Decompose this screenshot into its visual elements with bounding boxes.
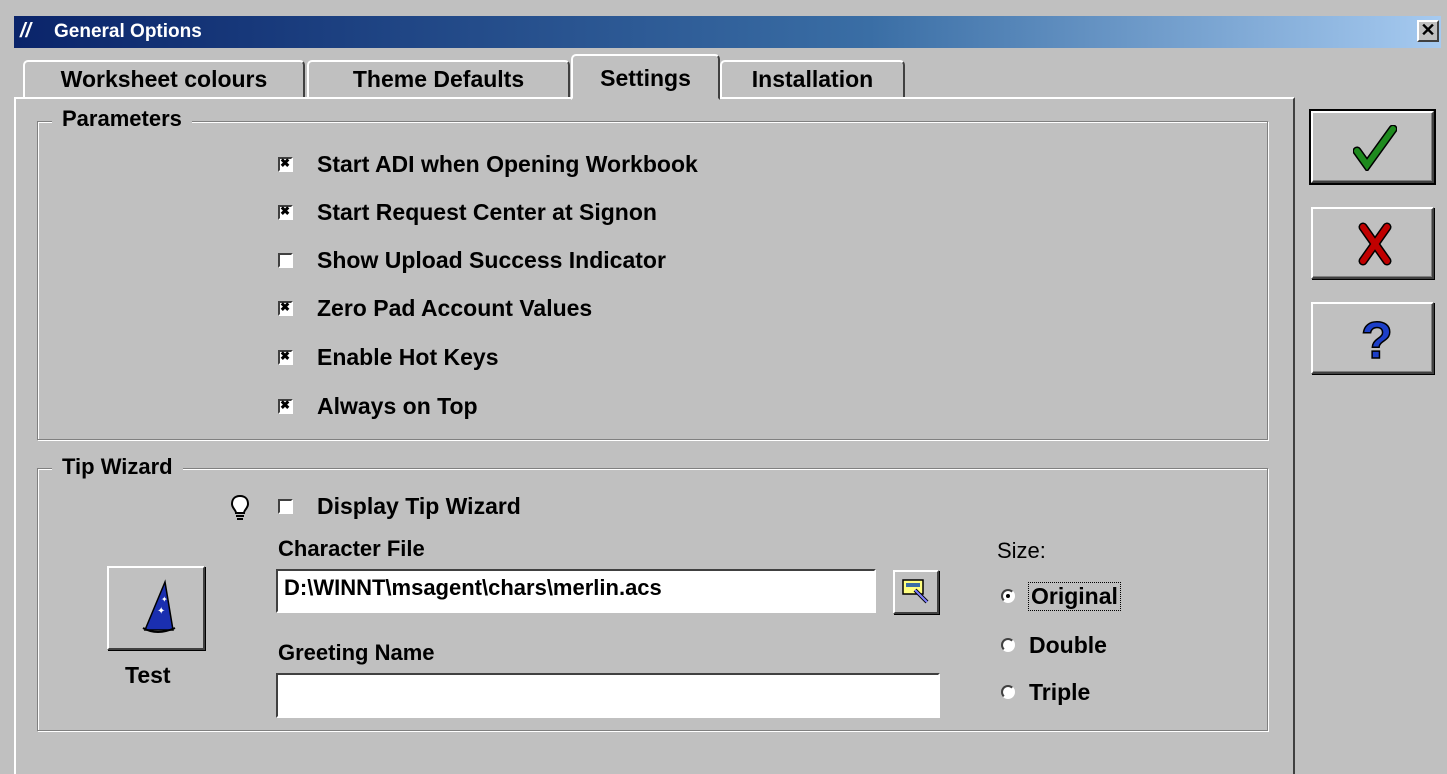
tab-label: Theme Defaults (352, 66, 525, 92)
option-label: Show Upload Success Indicator (317, 246, 666, 273)
option-label: Start Request Center at Signon (317, 198, 657, 225)
radio-dot[interactable] (1001, 638, 1015, 652)
checkbox[interactable] (278, 300, 293, 316)
tab-settings[interactable]: Settings (571, 54, 720, 100)
wizard-hat-icon: ✦ ✦ (137, 578, 177, 643)
svg-text:?: ? (1361, 312, 1392, 368)
test-button[interactable]: ✦ ✦ (107, 566, 205, 650)
help-icon: ? (1358, 310, 1393, 373)
option-display-tip-wizard[interactable]: Display Tip Wizard (278, 491, 521, 521)
general-options-dialog: // General Options ✕ Worksheet colours T… (0, 0, 1447, 774)
size-double-radio[interactable]: Double (1001, 630, 1107, 660)
ok-button[interactable] (1309, 109, 1436, 185)
tab-label: Installation (751, 66, 874, 92)
option-label: Start ADI when Opening Workbook (317, 150, 698, 177)
lightbulb-icon (230, 494, 250, 527)
tab-label: Settings (600, 65, 691, 91)
tip-wizard-heading: Tip Wizard (52, 454, 183, 480)
svg-text:✦: ✦ (157, 606, 165, 617)
checkbox[interactable] (278, 204, 293, 220)
tab-theme-defaults[interactable]: Theme Defaults (307, 60, 570, 98)
size-label: Size: (997, 538, 1046, 563)
help-button[interactable]: ? (1311, 302, 1434, 374)
tab-worksheet-colours[interactable]: Worksheet colours (23, 60, 305, 98)
cancel-button[interactable] (1311, 207, 1434, 279)
greeting-name-input[interactable] (276, 673, 940, 718)
option-enable-hot-keys[interactable]: Enable Hot Keys (278, 342, 499, 372)
svg-text:✦: ✦ (161, 595, 168, 604)
option-zero-pad[interactable]: Zero Pad Account Values (278, 293, 592, 323)
close-button[interactable]: ✕ (1417, 20, 1439, 42)
checkbox[interactable] (278, 349, 293, 365)
check-icon (1352, 124, 1398, 176)
option-label: Always on Top (317, 392, 478, 419)
tab-installation[interactable]: Installation (720, 60, 905, 98)
size-original-radio[interactable]: Original (1001, 581, 1121, 611)
size-triple-radio[interactable]: Triple (1001, 677, 1090, 707)
option-label: Display Tip Wizard (317, 492, 521, 519)
app-icon: // (20, 20, 32, 42)
option-start-request-center[interactable]: Start Request Center at Signon (278, 197, 657, 227)
tab-label: Worksheet colours (60, 66, 268, 92)
option-always-on-top[interactable]: Always on Top (278, 391, 478, 421)
checkbox[interactable] (278, 498, 293, 514)
greeting-name-label: Greeting Name (278, 640, 435, 665)
option-label: Enable Hot Keys (317, 343, 499, 370)
checkbox[interactable] (278, 252, 293, 268)
browse-icon (901, 578, 931, 611)
radio-label: Triple (1029, 678, 1091, 705)
checkbox[interactable] (278, 156, 293, 172)
radio-dot[interactable] (1001, 685, 1015, 699)
window-title: General Options (54, 21, 202, 42)
character-file-input[interactable]: D:\WINNT\msagent\chars\merlin.acs (276, 569, 876, 613)
radio-dot[interactable] (1001, 589, 1015, 603)
test-label: Test (125, 662, 171, 688)
character-file-label: Character File (278, 536, 425, 561)
option-start-adi[interactable]: Start ADI when Opening Workbook (278, 149, 698, 179)
parameters-heading: Parameters (52, 106, 192, 132)
checkbox[interactable] (278, 398, 293, 414)
browse-character-file-button[interactable] (893, 570, 939, 614)
radio-label: Double (1029, 631, 1107, 658)
option-show-upload-success[interactable]: Show Upload Success Indicator (278, 245, 666, 275)
title-bar[interactable]: // General Options ✕ (14, 16, 1441, 48)
cross-icon (1355, 221, 1395, 272)
option-label: Zero Pad Account Values (317, 294, 593, 321)
radio-label: Original (1028, 581, 1121, 611)
